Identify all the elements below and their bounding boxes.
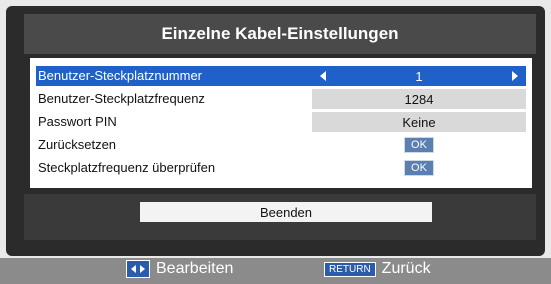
arrow-right-icon[interactable] [512,71,518,81]
exit-button[interactable]: Beenden [140,202,432,222]
hint-back: RETURN Zurück [324,260,431,278]
slot-number-selector[interactable]: 1 [312,66,526,86]
settings-panel: Benutzer-Steckplatznummer 1 Benutzer-Ste… [30,58,532,188]
row-password-pin[interactable]: Passwort PIN Keine [36,112,526,132]
check-frequency-cell: OK [312,158,526,178]
screen-frame: Einzelne Kabel-Einstellungen Benutzer-St… [0,0,551,284]
slot-number-value: 1 [415,68,423,84]
row-label: Benutzer-Steckplatzfrequenz [38,91,205,106]
row-check-frequency[interactable]: Steckplatzfrequenz überprüfen OK [36,158,526,178]
row-slot-number[interactable]: Benutzer-Steckplatznummer 1 [36,66,526,86]
password-pin-value: Keine [312,112,526,132]
footer-hints: Bearbeiten RETURN Zurück [0,258,551,284]
edit-label: Bearbeiten [156,260,234,277]
hint-edit: Bearbeiten [126,260,233,278]
row-label: Zurücksetzen [38,137,117,152]
back-label: Zurück [381,260,431,277]
row-label: Steckplatzfrequenz überprüfen [38,160,216,175]
reset-cell: OK [312,135,526,155]
arrow-left-icon[interactable] [320,71,326,81]
reset-ok-button[interactable]: OK [404,137,434,153]
action-area: Beenden [24,194,536,240]
row-label: Passwort PIN [38,114,117,129]
slot-frequency-value: 1284 [312,89,526,109]
dpad-icon [126,260,150,278]
window-title: Einzelne Kabel-Einstellungen [24,14,536,54]
check-frequency-ok-button[interactable]: OK [404,160,434,176]
settings-window: Einzelne Kabel-Einstellungen Benutzer-St… [6,6,545,256]
return-key-icon: RETURN [324,261,376,277]
row-label: Benutzer-Steckplatznummer [38,68,203,83]
row-slot-frequency[interactable]: Benutzer-Steckplatzfrequenz 1284 [36,89,526,109]
row-reset[interactable]: Zurücksetzen OK [36,135,526,155]
